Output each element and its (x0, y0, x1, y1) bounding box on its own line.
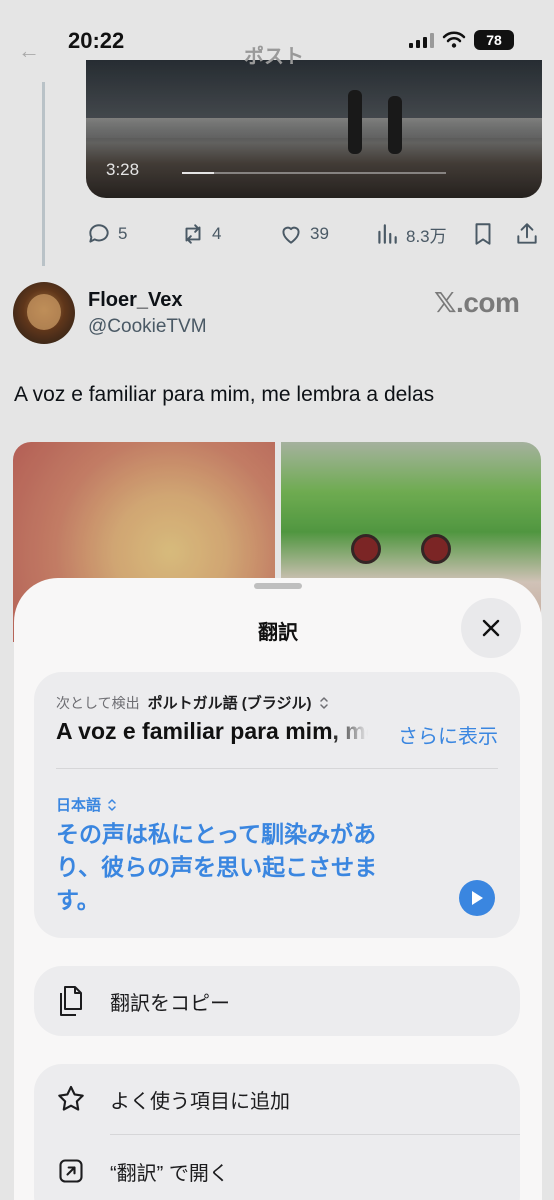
copy-card: 翻訳をコピー (34, 966, 520, 1036)
copy-translation-button[interactable]: 翻訳をコピー (34, 966, 520, 1036)
copy-icon (54, 984, 88, 1018)
open-in-translate-button[interactable]: “翻訳” で開く (34, 1136, 520, 1200)
screen: ← ポスト 3:28 5 4 39 8.3万 Floer_Vex @Cookie… (0, 0, 554, 1200)
translation-card: 次として検出 ポルトガル語 (ブラジル) A voz e familiar pa… (34, 672, 520, 938)
add-favorite-label: よく使う項目に追加 (110, 1090, 290, 1113)
show-more-link[interactable]: さらに表示 (398, 720, 498, 749)
chevron-updown-icon (108, 799, 116, 811)
detected-prefix: 次として検出 (56, 694, 140, 711)
star-icon (54, 1082, 88, 1116)
close-button[interactable] (461, 598, 521, 658)
play-icon (472, 891, 483, 905)
battery-level: 78 (486, 32, 502, 48)
translated-text: その声は私にとって馴染みがあり、彼らの声を思い起こさせます。 (56, 821, 378, 913)
actions-card: よく使う項目に追加 “翻訳” で開く (34, 1064, 520, 1200)
sheet-grabber[interactable] (254, 583, 302, 589)
battery-icon: 78 (474, 30, 514, 50)
open-external-icon (54, 1154, 88, 1188)
row-divider (110, 1134, 520, 1135)
detected-language[interactable]: 次として検出 ポルトガル語 (ブラジル) (56, 692, 329, 713)
detected-language-name: ポルトガル語 (ブラジル) (147, 695, 312, 712)
wifi-icon (442, 31, 466, 48)
card-divider (56, 768, 498, 769)
status-bar: 20:22 78 (0, 0, 554, 82)
chevron-updown-icon (320, 696, 329, 709)
translate-sheet: 翻訳 次として検出 ポルトガル語 (ブラジル) A voz e familiar… (14, 578, 542, 1200)
status-time: 20:22 (68, 28, 125, 53)
target-language[interactable]: 日本語 (56, 794, 117, 815)
status-icons: 78 (409, 30, 514, 50)
signal-icon (409, 32, 434, 48)
open-in-translate-label: “翻訳” で開く (110, 1162, 229, 1185)
play-button[interactable] (459, 880, 495, 916)
target-language-name: 日本語 (56, 797, 102, 814)
copy-translation-label: 翻訳をコピー (110, 992, 230, 1015)
add-favorite-button[interactable]: よく使う項目に追加 (34, 1064, 520, 1134)
source-text: A voz e familiar para mim, me lembra a d… (56, 718, 368, 744)
close-icon (482, 619, 500, 637)
